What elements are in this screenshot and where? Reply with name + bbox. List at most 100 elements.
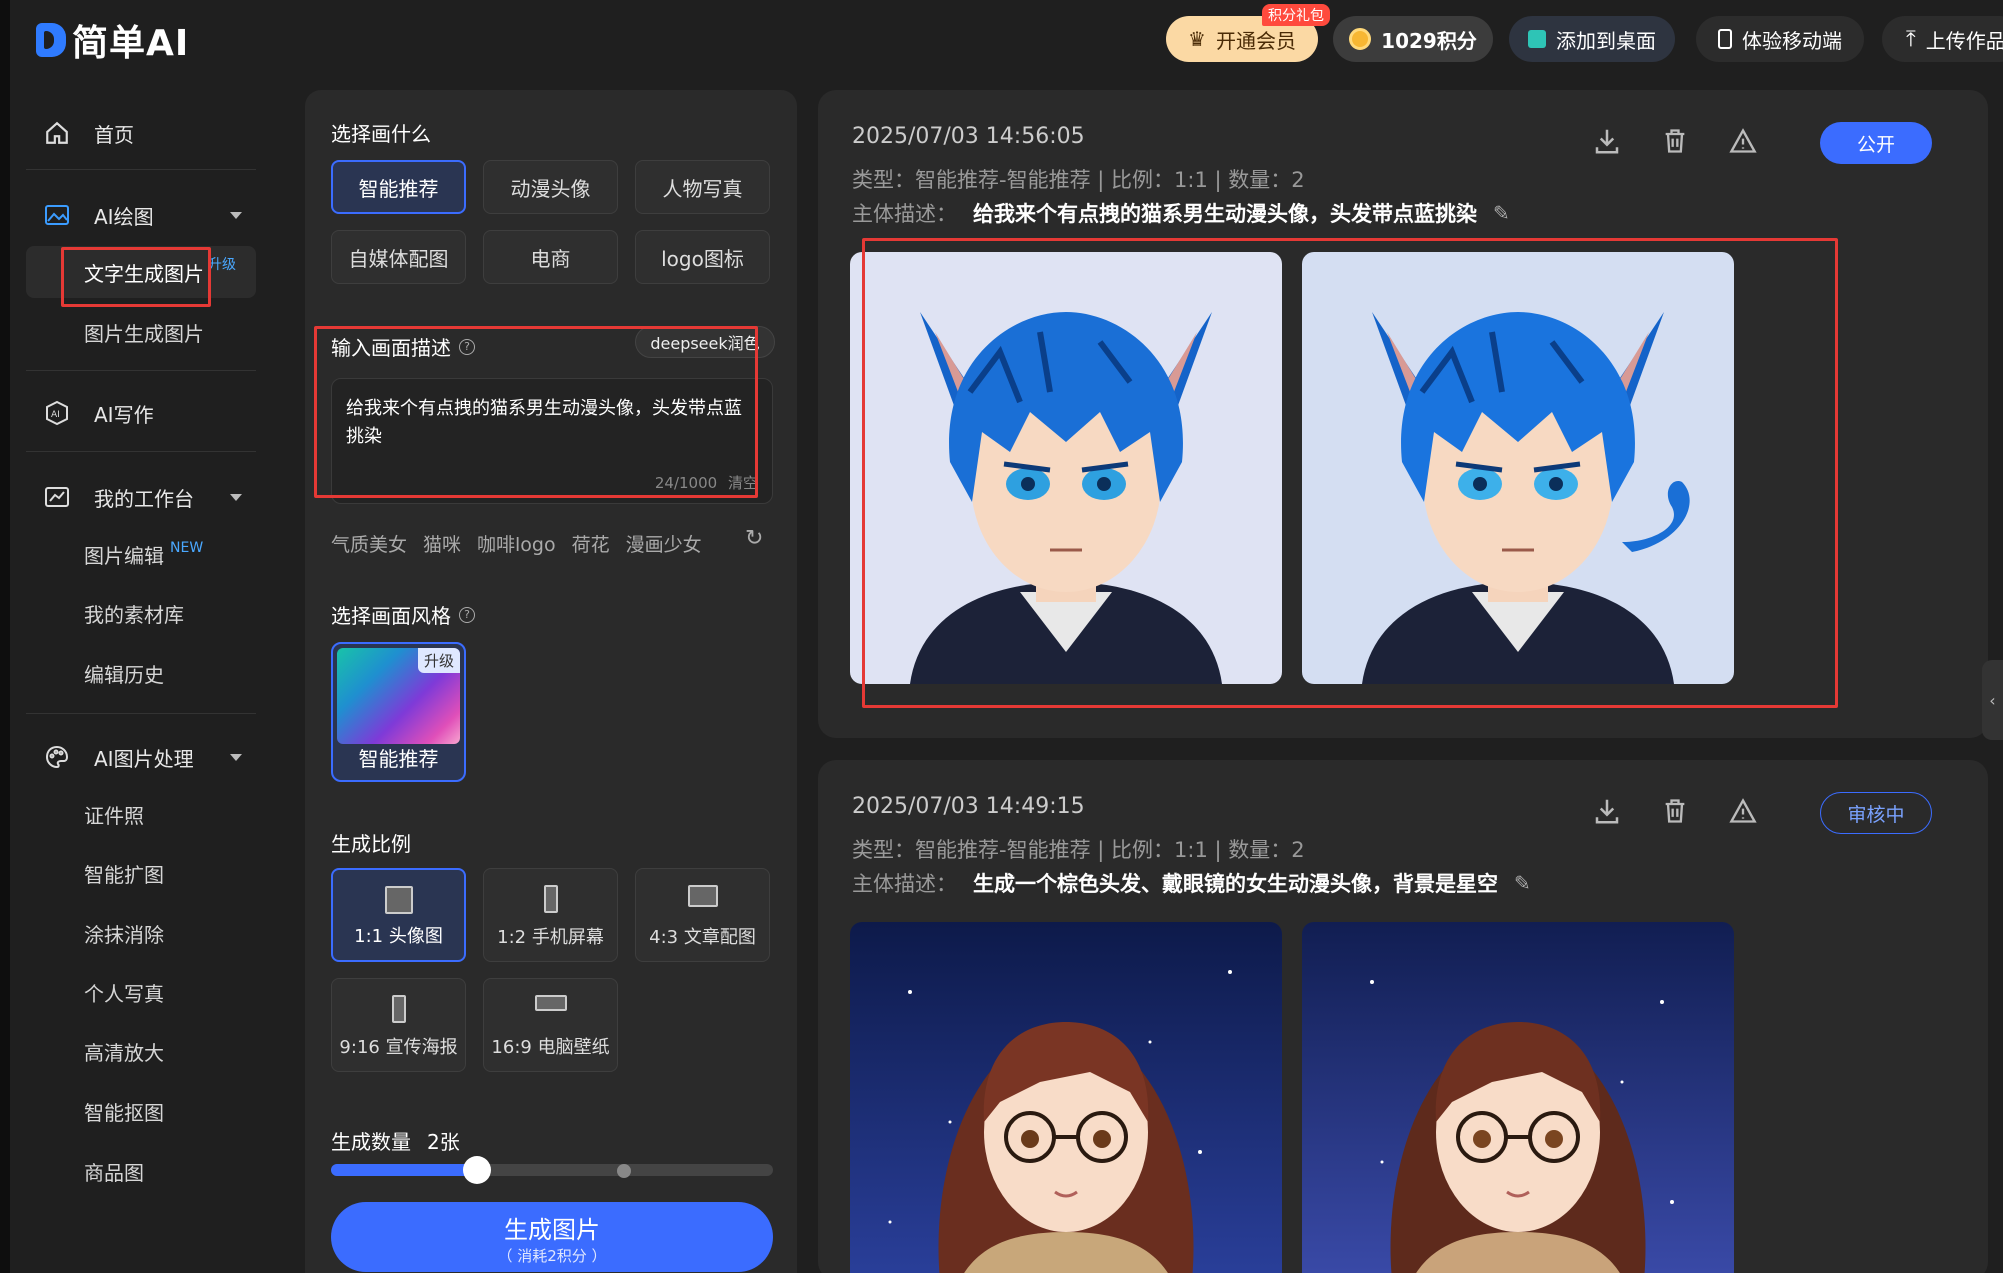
nav-ai-write[interactable]: AI AI写作 xyxy=(26,385,256,441)
mobile-button[interactable]: 体验移动端 xyxy=(1696,16,1864,62)
nav-ai-draw[interactable]: AI绘图 xyxy=(26,187,256,243)
generate-button[interactable]: 生成图片 （ 消耗2积分 ） xyxy=(331,1202,773,1272)
add-to-desktop-button[interactable]: 添加到桌面 xyxy=(1509,16,1675,62)
vip-label: 开通会员 xyxy=(1215,28,1296,53)
suggestion-item[interactable]: 气质美女 xyxy=(331,530,407,557)
nav-id-photo[interactable]: 证件照 xyxy=(26,788,256,840)
ratio-title: 生成比例 xyxy=(331,832,411,856)
trash-icon[interactable] xyxy=(1658,794,1692,828)
what-option-ecommerce[interactable]: 电商 xyxy=(483,230,618,284)
download-icon[interactable] xyxy=(1590,124,1624,158)
slider-fill xyxy=(331,1164,477,1176)
what-option-logo[interactable]: logo图标 xyxy=(635,230,770,284)
nav-ai-image-process[interactable]: AI图片处理 xyxy=(26,729,256,785)
result-actions xyxy=(1590,124,1760,158)
nav-cutout[interactable]: 智能抠图 xyxy=(26,1085,256,1137)
nav-edit-history-label: 编辑历史 xyxy=(84,662,164,687)
mobile-label: 体验移动端 xyxy=(1742,28,1842,53)
public-button[interactable]: 公开 xyxy=(1820,122,1932,164)
result-actions xyxy=(1590,794,1760,828)
ratio-label: 1:1 头像图 xyxy=(354,926,443,947)
nav-ai-image-process-label: AI图片处理 xyxy=(94,746,194,771)
chevron-down-icon xyxy=(230,212,242,219)
nav-product-label: 商品图 xyxy=(84,1160,144,1185)
home-icon xyxy=(42,118,72,148)
what-option-anime-avatar[interactable]: 动漫头像 xyxy=(483,160,618,214)
nav-materials[interactable]: 我的素材库 xyxy=(26,587,256,639)
suggestion-item[interactable]: 荷花 xyxy=(572,530,610,557)
generate-cost: （ 消耗2积分 ） xyxy=(497,1247,607,1265)
help-icon[interactable]: ? xyxy=(459,606,475,623)
what-option-media[interactable]: 自媒体配图 xyxy=(331,230,466,284)
points-button[interactable]: 1029积分 xyxy=(1333,16,1493,62)
nav-cutout-label: 智能抠图 xyxy=(84,1100,164,1125)
download-icon[interactable] xyxy=(1590,794,1624,828)
nav-smart-expand[interactable]: 智能扩图 xyxy=(26,847,256,899)
ratio-label: 1:2 手机屏幕 xyxy=(497,927,604,948)
result-card: 2025/07/03 14:49:15 类型：智能推荐-智能推荐 | 比例：1:… xyxy=(818,760,1988,1273)
collapse-handle-icon[interactable]: ‹ xyxy=(1982,660,2003,740)
app-logo[interactable]: 简单AI xyxy=(36,18,189,64)
ratio-wide-icon xyxy=(534,995,567,1011)
highlight-box xyxy=(314,326,758,498)
new-tag: NEW xyxy=(170,540,204,556)
palette-icon xyxy=(42,742,72,772)
style-label: 智能推荐 xyxy=(358,747,439,771)
vip-crown-icon: ♛ xyxy=(1188,27,1206,51)
control-panel: 选择画什么 智能推荐 动漫头像 人物写真 自媒体配图 电商 logo图标 输入画… xyxy=(305,90,797,1273)
style-upgrade-badge: 升级 xyxy=(417,648,460,673)
nav-erase[interactable]: 涂抹消除 xyxy=(26,907,256,959)
what-option-smart[interactable]: 智能推荐 xyxy=(331,160,466,214)
nav-materials-label: 我的素材库 xyxy=(84,602,184,627)
nav-workbench[interactable]: 我的工作台 xyxy=(26,469,256,525)
ratio-9-16[interactable]: 9:16 宣传海报 xyxy=(331,978,466,1072)
style-option-smart[interactable]: 升级 智能推荐 xyxy=(331,642,466,782)
suggestion-item[interactable]: 漫画少女 xyxy=(626,530,702,557)
style-title: 选择画面风格 ? xyxy=(331,600,475,629)
slider-handle[interactable] xyxy=(462,1156,491,1184)
what-option-portrait[interactable]: 人物写真 xyxy=(635,160,770,214)
nav-product[interactable]: 商品图 xyxy=(26,1145,256,1197)
result-image[interactable] xyxy=(1302,922,1734,1273)
report-warning-icon[interactable] xyxy=(1726,794,1760,828)
result-image[interactable] xyxy=(850,922,1282,1273)
suggestion-item[interactable]: 猫咪 xyxy=(423,530,461,557)
nav-ai-write-label: AI写作 xyxy=(94,402,154,427)
suggestion-item[interactable]: 咖啡logo xyxy=(477,530,556,557)
nav-home[interactable]: 首页 xyxy=(26,105,256,161)
vip-button[interactable]: ♛ 开通会员 积分礼包 xyxy=(1166,4,1330,62)
upload-button[interactable]: ⤒ 上传作品 xyxy=(1882,16,2003,62)
ratio-square-icon xyxy=(384,886,413,914)
what-title: 选择画什么 xyxy=(331,122,431,146)
nav-home-label: 首页 xyxy=(94,122,134,147)
ratio-16-9[interactable]: 16:9 电脑壁纸 xyxy=(483,978,618,1072)
result-desc: 主体描述： 生成一个棕色头发、戴眼镜的女生动漫头像，背景是星空 ✎ xyxy=(852,871,1531,896)
edit-icon[interactable]: ✎ xyxy=(1493,201,1510,225)
edit-icon[interactable]: ✎ xyxy=(1514,871,1531,895)
ratio-label: 9:16 宣传海报 xyxy=(339,1037,458,1058)
ratio-1-1[interactable]: 1:1 头像图 xyxy=(331,868,466,962)
logo-icon xyxy=(36,23,66,57)
ratio-1-2[interactable]: 1:2 手机屏幕 xyxy=(483,868,618,962)
divider xyxy=(26,370,256,371)
ratio-4-3[interactable]: 4:3 文章配图 xyxy=(635,868,770,962)
nav-image-to-image[interactable]: 图片生成图片 xyxy=(26,306,256,358)
divider xyxy=(26,713,256,714)
chart-icon xyxy=(42,482,72,512)
nav-edit-history[interactable]: 编辑历史 xyxy=(26,647,256,699)
nav-portrait[interactable]: 个人写真 xyxy=(26,966,256,1018)
under-review-button[interactable]: 审核中 xyxy=(1820,792,1932,834)
count-slider[interactable] xyxy=(331,1156,773,1184)
nav-image-edit[interactable]: 图片编辑 NEW xyxy=(26,528,256,580)
phone-icon xyxy=(1718,29,1732,49)
nav-upscale[interactable]: 高清放大 xyxy=(26,1025,256,1077)
points-gift-badge: 积分礼包 xyxy=(1262,4,1330,26)
refresh-icon[interactable]: ↻ xyxy=(745,526,763,551)
result-desc: 主体描述： 给我来个有点拽的猫系男生动漫头像，头发带点蓝挑染 ✎ xyxy=(852,201,1510,226)
logo-text: 简单AI xyxy=(72,23,190,64)
trash-icon[interactable] xyxy=(1658,124,1692,158)
report-warning-icon[interactable] xyxy=(1726,124,1760,158)
divider xyxy=(26,451,256,452)
divider xyxy=(26,169,256,170)
upload-label: 上传作品 xyxy=(1925,28,2003,53)
